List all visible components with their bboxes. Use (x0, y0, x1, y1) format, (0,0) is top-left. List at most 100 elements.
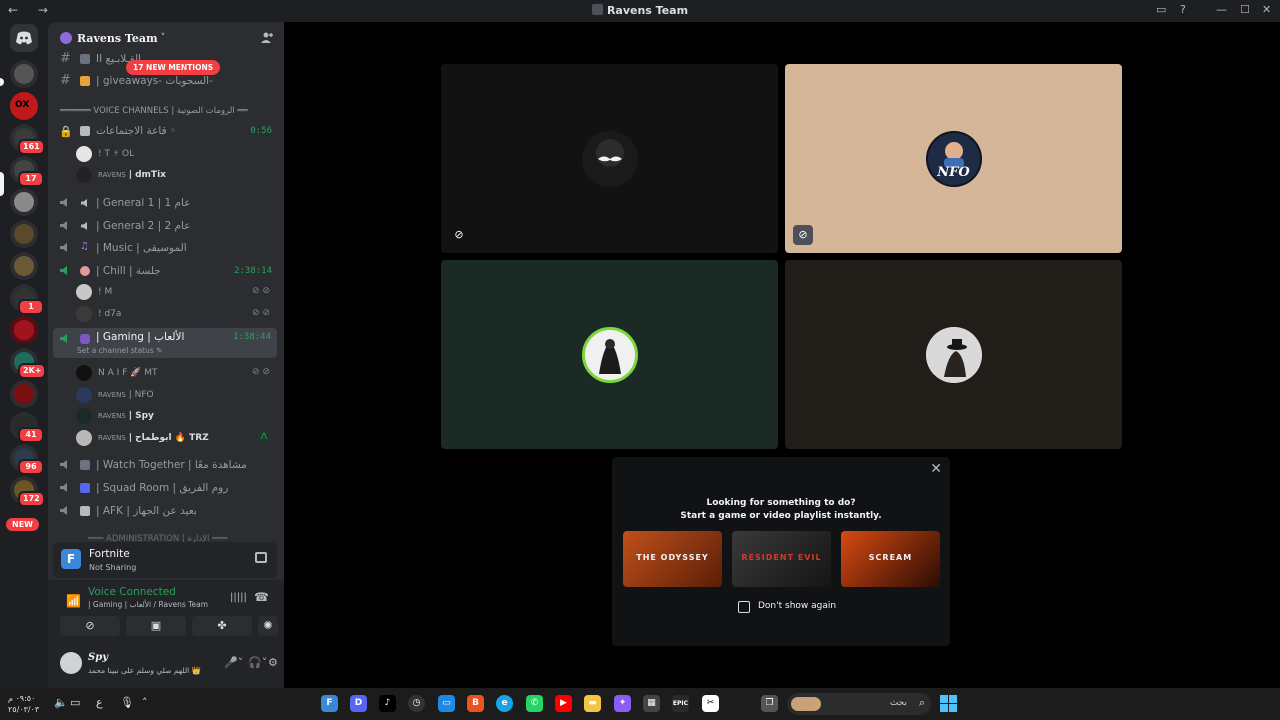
disconnect-icon[interactable]: ☎ (254, 590, 269, 604)
server-icon-5[interactable] (10, 188, 38, 216)
channel-status-prompt[interactable]: Set a channel status ✎ (77, 346, 162, 355)
headphones-icon[interactable]: 🎧˅ (248, 656, 267, 669)
avatar (76, 365, 92, 381)
clock-app-icon[interactable]: ◷ (408, 695, 425, 712)
fortnite-taskbar-icon[interactable]: F (321, 695, 338, 712)
username[interactable]: Spy (88, 652, 108, 663)
gift-icon (80, 76, 90, 86)
custom-status: اللهم صلي وسلم على نبينا محمد 👑 (88, 666, 201, 675)
copilot-icon[interactable]: ✦ (614, 695, 631, 712)
noise-suppression-icon[interactable]: ||||| (230, 592, 247, 603)
search-highlight-image (791, 697, 821, 711)
maximize-button[interactable]: ☐ (1240, 3, 1250, 16)
epic-games-icon[interactable]: EPIC (672, 695, 689, 712)
share-status: Not Sharing (89, 563, 137, 572)
activities-button[interactable]: ✤ (192, 616, 252, 636)
tiktok-icon[interactable]: ♪ (379, 695, 396, 712)
lock-icon: 🔒 (59, 125, 73, 138)
close-icon[interactable]: ✕ (930, 461, 942, 477)
channel-giveaways[interactable]: # | giveaways- السحوبات- (48, 70, 284, 92)
channel-chill[interactable]: | Chill | جلسة 2:38:14 (48, 260, 284, 282)
voice-user[interactable]: ! M ⊘ ⊘ (76, 282, 276, 302)
channel-watch-together[interactable]: | Watch Together | مشاهدة معًا (48, 454, 284, 476)
brave-icon[interactable]: B (467, 695, 484, 712)
voice-user[interactable]: RAVENS | Spy (76, 406, 276, 426)
activity-card-odyssey[interactable]: THE ODYSSEY (623, 531, 722, 587)
music-note-icon: ♫ (80, 241, 89, 252)
youtube-icon[interactable]: ▶ (555, 695, 572, 712)
voice-user[interactable]: RAVENS | dmTix (76, 165, 276, 185)
tile-user-4[interactable] (785, 260, 1122, 449)
channel-afk[interactable]: | AFK | بعيد عن الجهاز (48, 500, 284, 522)
inbox-icon[interactable]: ▭ (1156, 3, 1166, 16)
channel-general-2[interactable]: | General 2 | عام 2 (48, 215, 284, 237)
voice-user[interactable]: RAVENS | ابوطماح 🔥 TRZ Λ (76, 428, 276, 448)
user-panel: Spy اللهم صلي وسلم على نبينا محمد 👑 🎤˅ 🎧… (48, 646, 284, 688)
server-icon-ox[interactable]: OX (10, 92, 38, 120)
avatar (581, 130, 638, 187)
server-icon-7[interactable] (10, 252, 38, 280)
avatar[interactable] (60, 652, 82, 674)
microphone-icon[interactable]: 🎤˅ (224, 656, 243, 669)
channel-gaming[interactable]: | Gaming | الألعاب 1:38:44 Set a channel… (53, 328, 277, 358)
soundboard-button[interactable]: ✺ (258, 616, 278, 636)
voice-user[interactable]: N A I F 🚀 MT ⊘ ⊘ (76, 363, 276, 383)
store-icon[interactable]: ▦ (643, 695, 660, 712)
language-indicator[interactable]: ع (96, 696, 103, 709)
voice-user[interactable]: ! d7a ⊘ ⊘ (76, 304, 276, 324)
voice-user[interactable]: RAVENS | NFO (76, 385, 276, 405)
voice-channel-path[interactable]: | Gaming | الألعاب / Ravens Team (88, 600, 208, 609)
screen-share-icon[interactable] (255, 552, 267, 563)
volume-icon[interactable]: 🔈 (54, 696, 68, 709)
search-icon: ⌕ (918, 696, 925, 709)
dont-show-checkbox[interactable] (738, 601, 750, 613)
discord-taskbar-icon[interactable]: D (350, 695, 367, 712)
tile-user-1[interactable]: ⊘ (441, 64, 778, 253)
screen-share-button[interactable]: ▣ (126, 616, 186, 636)
avatar (76, 387, 92, 403)
help-icon[interactable]: ? (1180, 3, 1186, 16)
edge-icon[interactable]: e (496, 695, 513, 712)
category-voice-channels[interactable]: ══════ VOICE CHANNELS | الرومات الصوتية … (60, 106, 248, 116)
avatar (76, 408, 92, 424)
close-window-button[interactable]: ✕ (1262, 3, 1271, 16)
clock[interactable]: ٠٩:٥٠ م ٢٥/٠٣/٠٣ (8, 693, 39, 715)
server-icon-9[interactable] (10, 316, 38, 344)
avatar: NFO (925, 130, 982, 187)
windows-start-icon[interactable] (940, 695, 957, 712)
channel-meeting-room[interactable]: 🔒 قاعة الاجتماعات ◦ 0:56 (48, 120, 284, 142)
activity-card-scream[interactable]: SCREAM (841, 531, 940, 587)
voice-status-panel: 📶 Voice Connected | Gaming | الألعاب / R… (48, 580, 284, 646)
activity-suggestion-panel: ✕ Looking for something to do? Start a g… (612, 457, 950, 646)
voice-user[interactable]: ! T ⚡ OL (76, 144, 276, 164)
tile-user-nfo[interactable]: NFO ⊘ (785, 64, 1122, 253)
taskbar-search[interactable]: بحث ⌕ (787, 693, 931, 715)
tile-user-3[interactable] (441, 260, 778, 449)
channel-music[interactable]: ♫ | Music | الموسيقى (48, 237, 284, 259)
minimize-button[interactable]: — (1216, 3, 1227, 16)
avatar (76, 430, 92, 446)
activity-card-resident-evil[interactable]: RESIDENT EVIL (732, 531, 831, 587)
file-explorer-icon[interactable]: ▬ (584, 695, 601, 712)
deafened-icon: ⊘ ⊘ (252, 286, 270, 296)
hash-icon: # (60, 73, 71, 88)
camera-off-button[interactable]: ⊘ (60, 616, 120, 636)
discord-logo-icon (16, 31, 32, 45)
task-view-icon[interactable]: ❐ (761, 695, 778, 712)
server-icon-11[interactable] (10, 380, 38, 408)
home-button[interactable] (10, 24, 38, 52)
network-icon[interactable]: ▭ (70, 696, 80, 709)
server-icon-6[interactable] (10, 220, 38, 248)
whatsapp-icon[interactable]: ✆ (526, 695, 543, 712)
add-user-icon[interactable] (260, 31, 274, 45)
chevron-up-icon[interactable]: ˄ (142, 696, 148, 709)
new-servers-badge[interactable]: NEW (6, 518, 39, 531)
capcut-icon[interactable]: ✂ (702, 695, 719, 712)
signal-icon[interactable]: 📶 (66, 594, 81, 608)
mic-tray-icon[interactable]: 🎙 (120, 696, 134, 709)
gear-icon[interactable]: ⚙ (268, 656, 278, 669)
server-icon-1[interactable] (10, 60, 38, 88)
channel-general-1[interactable]: | General 1 | عام 1 (48, 192, 284, 214)
channel-squad-room[interactable]: | Squad Room | روم الفريق (48, 477, 284, 499)
window-app-icon[interactable]: ▭ (438, 695, 455, 712)
